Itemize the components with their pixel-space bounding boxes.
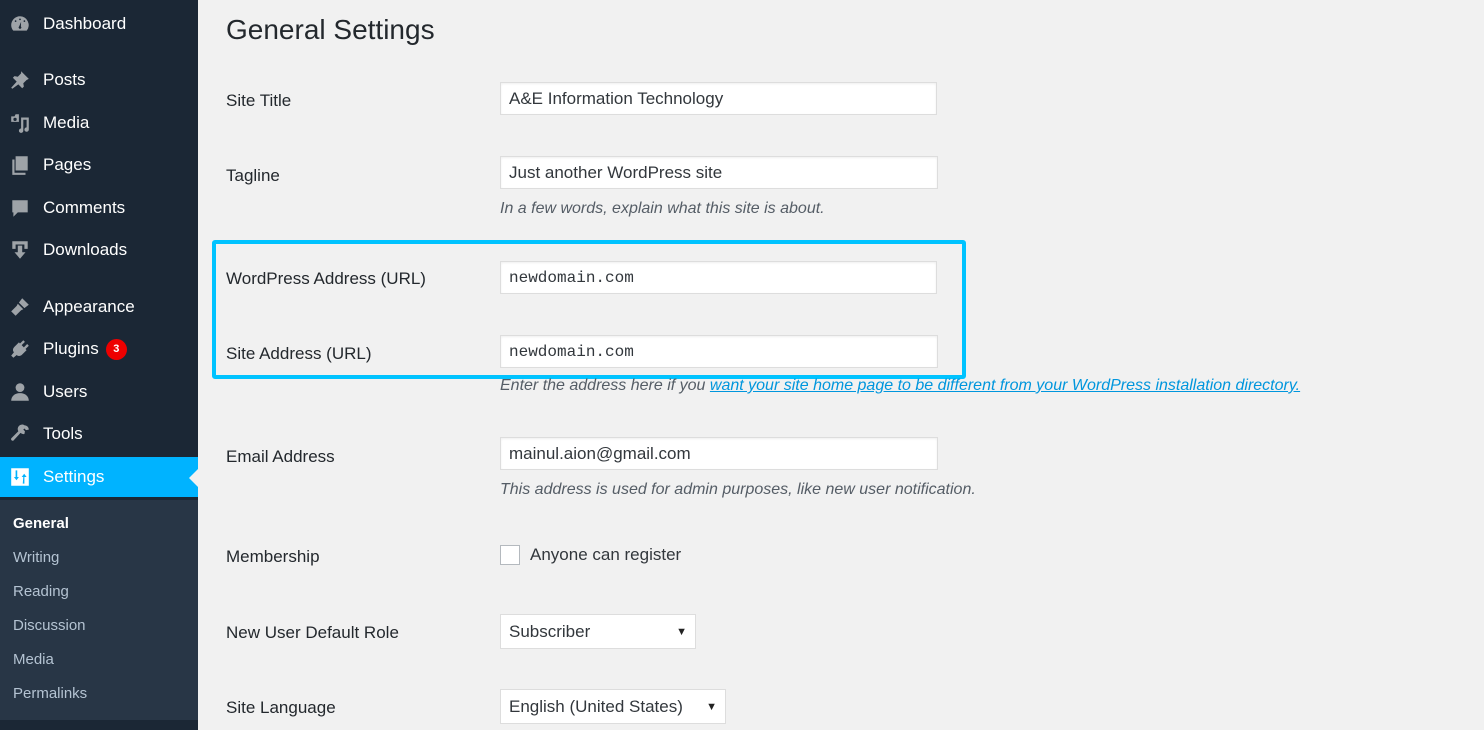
menu-posts[interactable]: Posts [0, 60, 198, 100]
site-language-label: Site Language [226, 698, 336, 717]
tagline-label: Tagline [226, 166, 280, 185]
anyone-can-register-checkbox[interactable] [500, 545, 520, 565]
menu-label: Comments [43, 198, 126, 217]
menu-downloads[interactable]: Downloads [0, 230, 198, 270]
menu-label: Posts [43, 70, 86, 89]
menu-media[interactable]: Media [0, 103, 198, 143]
menu-label: Media [43, 113, 90, 132]
menu-settings[interactable]: Settings [0, 457, 198, 497]
submenu-permalinks[interactable]: Permalinks [13, 685, 87, 702]
download-icon [9, 239, 31, 261]
submenu-media[interactable]: Media [13, 651, 54, 668]
menu-pages[interactable]: Pages [0, 145, 198, 185]
wp-address-label: WordPress Address (URL) [226, 269, 426, 288]
plug-icon [9, 338, 31, 360]
pages-icon [9, 154, 31, 176]
description-text: Enter the address here if you [500, 377, 710, 394]
default-role-label: New User Default Role [226, 623, 399, 642]
tagline-input[interactable]: Just another WordPress site [500, 156, 938, 189]
user-icon [9, 381, 31, 403]
menu-users[interactable]: Users [0, 372, 198, 412]
submenu-discussion[interactable]: Discussion [13, 617, 86, 634]
site-address-description: Enter the address here if you want your … [500, 377, 1300, 395]
settings-submenu: General Writing Reading Discussion Media… [0, 500, 198, 720]
comment-icon [9, 197, 31, 219]
site-title-label: Site Title [226, 91, 292, 110]
pin-icon [9, 69, 31, 91]
email-label: Email Address [226, 447, 335, 466]
update-count-badge: 3 [105, 338, 127, 360]
submenu-reading[interactable]: Reading [13, 583, 69, 600]
sidebar-bottom [0, 720, 198, 730]
submenu-general[interactable]: General [13, 515, 69, 532]
menu-label: Users [43, 382, 88, 401]
menu-label: Pages [43, 155, 92, 174]
site-address-input[interactable]: newdomain.com [500, 335, 938, 368]
menu-label: Appearance [43, 297, 135, 316]
site-language-select[interactable]: English (United States) ▼ [500, 689, 726, 724]
menu-label: Dashboard [43, 14, 127, 33]
media-icon [9, 112, 31, 134]
membership-label: Membership [226, 547, 320, 566]
anyone-can-register-label[interactable]: Anyone can register [530, 545, 681, 565]
default-role-select[interactable]: Subscriber ▼ [500, 614, 696, 649]
settings-content: General Settings Site Title A&E Informat… [198, 0, 1484, 730]
wp-address-input[interactable]: newdomain.com [500, 261, 937, 294]
submenu-writing[interactable]: Writing [13, 549, 59, 566]
site-title-input[interactable]: A&E Information Technology [500, 82, 937, 115]
site-address-label: Site Address (URL) [226, 344, 372, 363]
menu-label: Downloads [43, 240, 128, 259]
menu-dashboard[interactable]: Dashboard [0, 4, 198, 44]
select-value: Subscriber [509, 621, 591, 641]
menu-comments[interactable]: Comments [0, 188, 198, 228]
settings-icon [9, 466, 31, 488]
email-input[interactable]: mainul.aion@gmail.com [500, 437, 938, 470]
select-value: English (United States) [509, 696, 683, 716]
tagline-description: In a few words, explain what this site i… [500, 200, 825, 217]
wrench-icon [9, 423, 31, 445]
menu-label: Plugins [43, 339, 99, 358]
menu-plugins[interactable]: Plugins 3 [0, 329, 198, 369]
menu-label: Tools [43, 424, 83, 443]
brush-icon [9, 296, 31, 318]
email-description: This address is used for admin purposes,… [500, 481, 976, 498]
dashboard-icon [9, 13, 31, 35]
dropdown-arrow-icon: ▼ [676, 625, 687, 638]
menu-label: Settings [43, 467, 105, 486]
dropdown-arrow-icon: ▼ [706, 700, 717, 713]
page-title: General Settings [226, 14, 435, 45]
different-directory-link[interactable]: want your site home page to be different… [710, 377, 1300, 394]
admin-sidebar: Dashboard Posts Media Pages Comments Dow… [0, 0, 198, 730]
menu-tools[interactable]: Tools [0, 414, 198, 454]
menu-appearance[interactable]: Appearance [0, 287, 198, 327]
